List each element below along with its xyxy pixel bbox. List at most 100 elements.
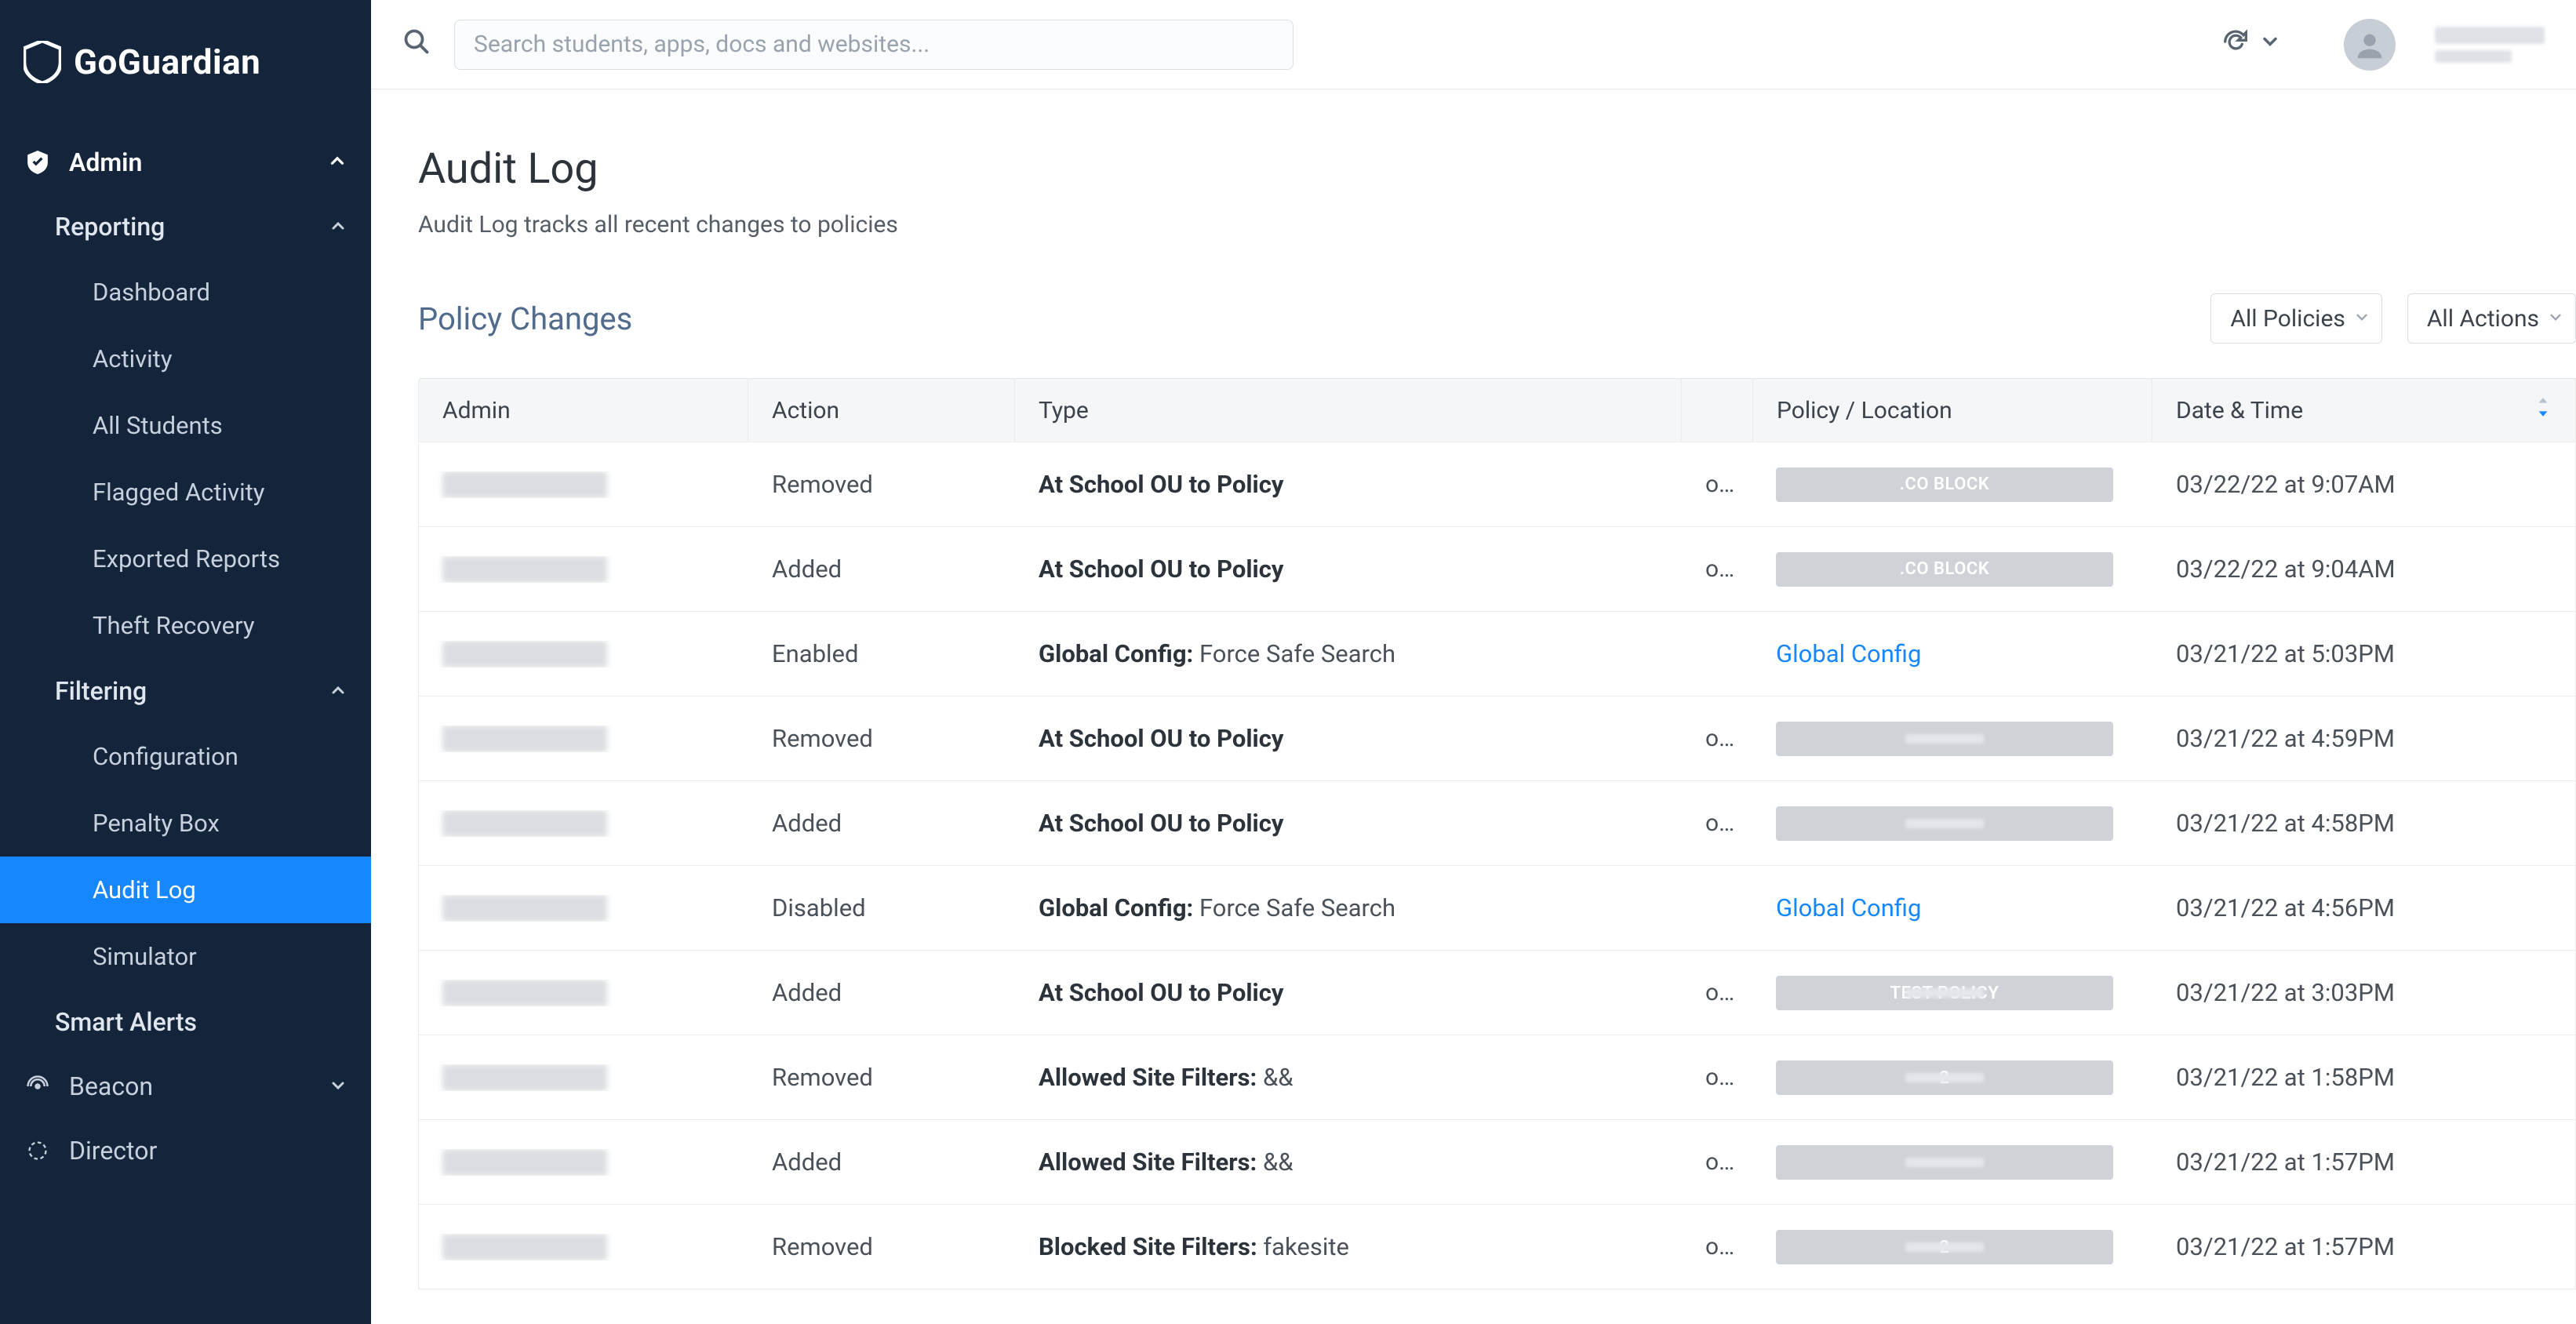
sidebar: GoGuardian Admin Reporting Dashboard Act… (0, 0, 371, 1324)
cell-type: At School OU to Policy (1015, 809, 1682, 838)
beacon-icon (24, 1075, 52, 1098)
table-row[interactable]: AddedAt School OU to PolicyonTEST POLICY… (419, 950, 2575, 1035)
th-type[interactable]: Type (1015, 379, 1682, 442)
page-title: Audit Log (418, 144, 2576, 194)
cell-action: Added (748, 809, 1015, 838)
table-row[interactable]: RemovedAt School OU to Policyon.CO BLOCK… (419, 442, 2575, 526)
cell-admin (419, 1234, 748, 1260)
nav-penalty-box[interactable]: Penalty Box (0, 790, 371, 857)
filter-row: Policy Changes All Policies All Actions (418, 293, 2576, 344)
search-icon[interactable] (402, 27, 431, 62)
policy-link[interactable]: Global Config (1776, 893, 1921, 922)
admin-redacted (442, 1149, 607, 1176)
cell-policy: .CO BLOCK (1752, 551, 2152, 587)
search-input[interactable] (454, 20, 1293, 70)
policy-pill[interactable]: 2 (1776, 1060, 2113, 1095)
nav-theft-recovery[interactable]: Theft Recovery (0, 592, 371, 659)
nav-director[interactable]: Director (0, 1118, 371, 1183)
th-action[interactable]: Action (748, 379, 1015, 442)
cell-on: on (1682, 979, 1752, 1006)
nav-exported-reports[interactable]: Exported Reports (0, 526, 371, 592)
policy-pill[interactable]: .CO BLOCK (1776, 552, 2113, 587)
policy-changes-table: Admin Action Type Policy / Location Date… (418, 378, 2576, 1289)
nav-simulator[interactable]: Simulator (0, 923, 371, 990)
th-policy[interactable]: Policy / Location (1752, 379, 2152, 442)
policy-pill[interactable]: TEST POLICY (1776, 976, 2113, 1010)
th-on (1682, 379, 1752, 442)
refresh-button[interactable] (2220, 26, 2281, 64)
brand-logo[interactable]: GoGuardian (0, 0, 371, 130)
cell-policy (1752, 806, 2152, 841)
director-icon (24, 1140, 52, 1162)
person-icon (2352, 27, 2388, 63)
nav-filtering[interactable]: Filtering (0, 659, 371, 723)
cell-on: on (1682, 471, 1752, 498)
policy-link[interactable]: Global Config (1776, 639, 1921, 668)
nav-admin-label: Admin (69, 147, 142, 177)
th-datetime[interactable]: Date & Time (2152, 379, 2575, 442)
avatar[interactable] (2344, 19, 2396, 71)
cell-action: Removed (748, 724, 1015, 753)
main: Audit Log Audit Log tracks all recent ch… (371, 0, 2576, 1324)
cell-action: Disabled (748, 893, 1015, 922)
policy-pill[interactable]: 2 (1776, 1230, 2113, 1264)
nav-reporting[interactable]: Reporting (0, 195, 371, 259)
table-header-row: Admin Action Type Policy / Location Date… (419, 379, 2575, 442)
table-row[interactable]: RemovedBlocked Site Filters: fakesiteon 2… (419, 1204, 2575, 1289)
admin-redacted (442, 556, 607, 583)
cell-policy: 2 (1752, 1229, 2152, 1264)
policy-pill[interactable]: .CO BLOCK (1776, 467, 2113, 502)
cell-datetime: 03/21/22 at 5:03PM (2152, 639, 2575, 668)
cell-datetime: 03/21/22 at 1:57PM (2152, 1148, 2575, 1177)
nav-all-students[interactable]: All Students (0, 392, 371, 459)
table-row[interactable]: RemovedAllowed Site Filters: &&on203/21/… (419, 1035, 2575, 1119)
admin-redacted (442, 810, 607, 837)
cell-action: Added (748, 555, 1015, 584)
cell-policy: Global Config (1752, 639, 2152, 668)
cell-action: Removed (748, 1063, 1015, 1092)
cell-admin (419, 810, 748, 837)
cell-admin (419, 726, 748, 752)
nav-admin[interactable]: Admin (0, 130, 371, 195)
policy-pill[interactable] (1776, 722, 2113, 756)
nav-configuration[interactable]: Configuration (0, 723, 371, 790)
cell-type: Allowed Site Filters: && (1015, 1148, 1682, 1177)
cell-datetime: 03/21/22 at 3:03PM (2152, 978, 2575, 1007)
topbar (371, 0, 2576, 89)
cell-admin (419, 641, 748, 667)
cell-admin (419, 556, 748, 583)
filter-action-select[interactable]: All Actions (2407, 293, 2576, 344)
cell-on: on (1682, 1064, 1752, 1091)
cell-policy: Global Config (1752, 893, 2152, 922)
cell-type: Global Config: Force Safe Search (1015, 893, 1682, 922)
policy-pill[interactable] (1776, 1145, 2113, 1180)
table-row[interactable]: AddedAt School OU to Policyon.CO BLOCK03… (419, 526, 2575, 611)
nav-flagged-activity[interactable]: Flagged Activity (0, 459, 371, 526)
nav-dashboard[interactable]: Dashboard (0, 259, 371, 326)
chevron-up-icon (329, 212, 347, 242)
cell-on: on (1682, 809, 1752, 837)
cell-policy: 2 (1752, 1060, 2152, 1095)
admin-redacted (442, 471, 607, 498)
admin-redacted (442, 1234, 607, 1260)
filter-policy-select[interactable]: All Policies (2210, 293, 2381, 344)
table-row[interactable]: AddedAllowed Site Filters: &&on03/21/22 … (419, 1119, 2575, 1204)
nav-activity[interactable]: Activity (0, 326, 371, 392)
table-row[interactable]: AddedAt School OU to Policyon03/21/22 at… (419, 780, 2575, 865)
th-admin[interactable]: Admin (419, 379, 748, 442)
cell-admin (419, 895, 748, 922)
table-row[interactable]: DisabledGlobal Config: Force Safe Search… (419, 865, 2575, 950)
cell-type: Global Config: Force Safe Search (1015, 639, 1682, 668)
cell-action: Enabled (748, 639, 1015, 668)
nav-smart-alerts[interactable]: Smart Alerts (0, 990, 371, 1054)
table-row[interactable]: EnabledGlobal Config: Force Safe Search G… (419, 611, 2575, 696)
nav-beacon[interactable]: Beacon (0, 1054, 371, 1118)
cell-policy: .CO BLOCK (1752, 467, 2152, 502)
policy-pill[interactable] (1776, 806, 2113, 841)
cell-type: Blocked Site Filters: fakesite (1015, 1232, 1682, 1261)
cell-on: on (1682, 1233, 1752, 1260)
table-row[interactable]: RemovedAt School OU to Policyon03/21/22 … (419, 696, 2575, 780)
cell-action: Removed (748, 1232, 1015, 1261)
nav-audit-log[interactable]: Audit Log (0, 857, 371, 923)
cell-policy: TEST POLICY (1752, 975, 2152, 1010)
